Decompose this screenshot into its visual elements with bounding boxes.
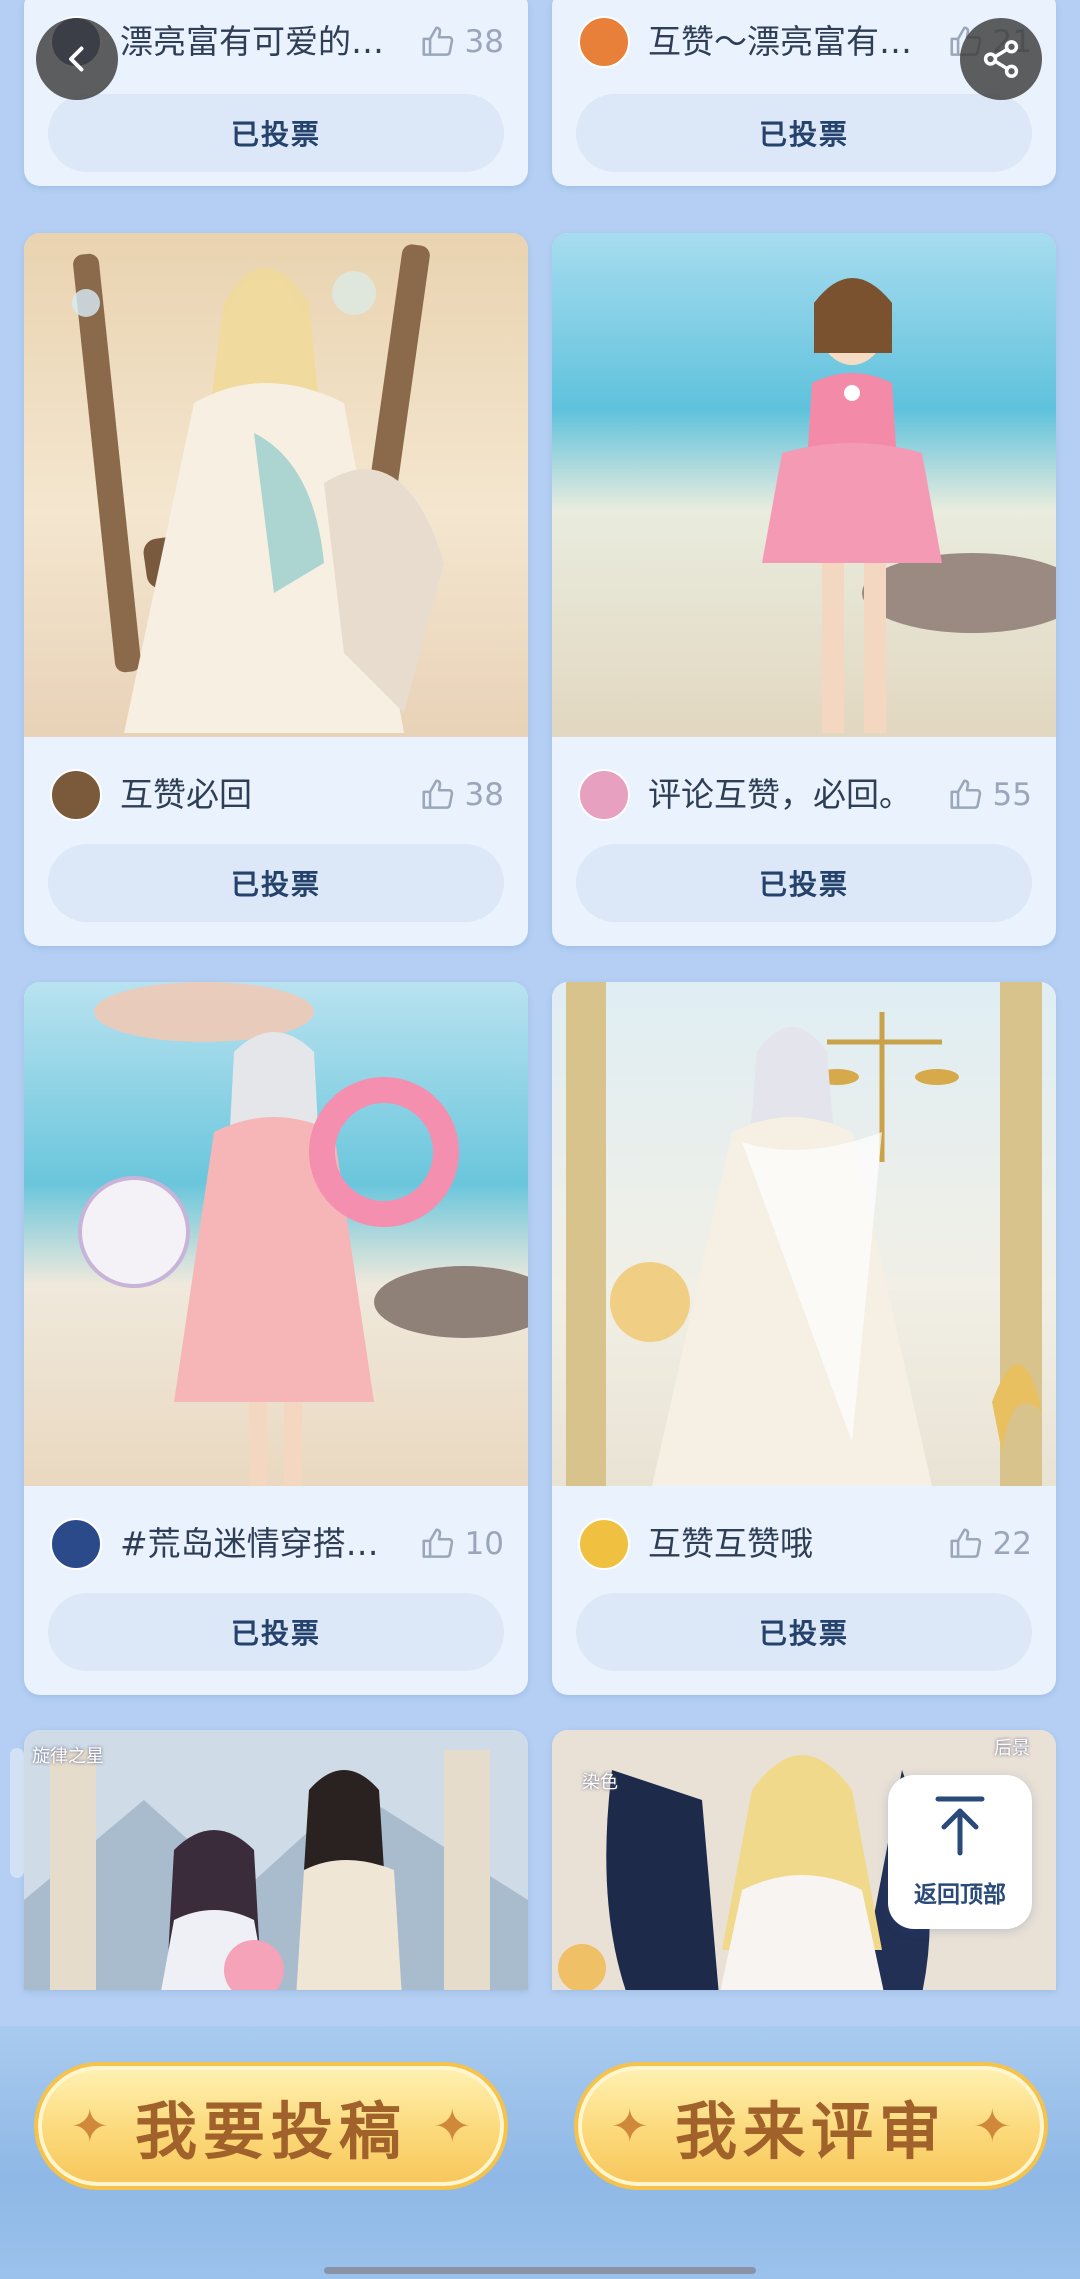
review-button[interactable]: ✦ 我来评审 ✦ [574, 2062, 1048, 2190]
thumbs-up-icon [422, 26, 453, 56]
sparkle-icon: ✦ [70, 2099, 109, 2153]
review-label: 我来评审 [674, 2095, 947, 2168]
chevron-left-icon [69, 46, 84, 72]
like-number: 38 [464, 777, 504, 813]
entry-card[interactable]: 旋律之星 [24, 1730, 528, 1990]
back-to-top-button[interactable]: 返回顶部 [888, 1775, 1032, 1929]
entry-author-name: 评论互赞，必回。 [648, 775, 912, 814]
submit-entry-button[interactable]: ✦ 我要投稿 ✦ [34, 2062, 508, 2190]
outfit-image[interactable] [24, 233, 528, 737]
outfit-image[interactable]: 旋律之星 [24, 1730, 528, 1990]
share-button[interactable] [960, 18, 1042, 100]
like-number: 22 [992, 1526, 1032, 1562]
voted-button[interactable]: 已投票 [576, 1593, 1032, 1671]
bottom-action-bar: ✦ 我要投稿 ✦ ✦ 我来评审 ✦ [0, 2026, 1080, 2279]
outfit-image[interactable] [552, 233, 1056, 737]
like-count[interactable]: 10 [419, 1522, 504, 1566]
entry-info: 互赞必回 38 [24, 753, 528, 833]
thumbs-up-icon [950, 779, 981, 809]
like-count[interactable]: 38 [419, 773, 504, 817]
thumbs-up-icon [950, 1528, 981, 1558]
like-number: 38 [464, 24, 504, 60]
outfit-image[interactable] [24, 982, 528, 1486]
voted-button[interactable]: 已投票 [48, 1593, 504, 1671]
entry-author-name: 漂亮富有可爱的… [120, 22, 384, 61]
entry-info: 互赞互赞哦 22 [552, 1502, 1056, 1582]
home-indicator[interactable] [324, 2267, 756, 2274]
like-count[interactable]: 22 [947, 1522, 1032, 1566]
entry-card[interactable]: 评论互赞，必回。 55 已投票 [552, 233, 1056, 946]
entry-author-name: 互赞～漂亮富有… [648, 22, 912, 61]
avatar[interactable] [50, 1518, 102, 1570]
entry-author-name: #荒岛迷情穿搭… [120, 1524, 379, 1563]
like-number: 10 [464, 1526, 504, 1562]
avatar[interactable] [578, 769, 630, 821]
entry-info: #荒岛迷情穿搭… 10 [24, 1502, 528, 1582]
voted-button[interactable]: 已投票 [576, 94, 1032, 172]
thumbs-up-icon [422, 779, 453, 809]
outfit-image[interactable] [552, 982, 1056, 1486]
voted-button[interactable]: 已投票 [576, 844, 1032, 922]
overlay-text: 染色 [582, 1772, 618, 1793]
back-to-top-label: 返回顶部 [914, 1882, 1006, 1908]
thumbs-up-icon [422, 1528, 453, 1558]
entry-author-name: 互赞必回 [120, 775, 252, 814]
overlay-text: 后景 [994, 1738, 1030, 1759]
entry-card[interactable]: 互赞互赞哦 22 已投票 [552, 982, 1056, 1695]
sparkle-icon: ✦ [433, 2099, 472, 2153]
voted-button[interactable]: 已投票 [48, 844, 504, 922]
avatar[interactable] [50, 769, 102, 821]
share-icon [983, 40, 1019, 78]
overlay-text: 旋律之星 [32, 1746, 104, 1767]
like-count[interactable]: 38 [419, 20, 504, 64]
like-count[interactable]: 55 [947, 773, 1032, 817]
sparkle-icon: ✦ [973, 2099, 1012, 2153]
voted-button[interactable]: 已投票 [48, 94, 504, 172]
back-button[interactable] [36, 18, 118, 100]
entry-author-name: 互赞互赞哦 [648, 1524, 813, 1563]
sparkle-icon: ✦ [610, 2099, 649, 2153]
arrow-up-bar-icon [935, 1796, 985, 1856]
avatar[interactable] [578, 1518, 630, 1570]
avatar[interactable] [578, 16, 630, 68]
side-tab[interactable] [10, 1748, 24, 1878]
entry-card[interactable]: 互赞必回 38 已投票 [24, 233, 528, 946]
like-number: 55 [992, 777, 1032, 813]
entry-card[interactable]: #荒岛迷情穿搭… 10 已投票 [24, 982, 528, 1695]
entry-info: 评论互赞，必回。 55 [552, 753, 1056, 833]
submit-entry-label: 我要投稿 [134, 2095, 407, 2168]
